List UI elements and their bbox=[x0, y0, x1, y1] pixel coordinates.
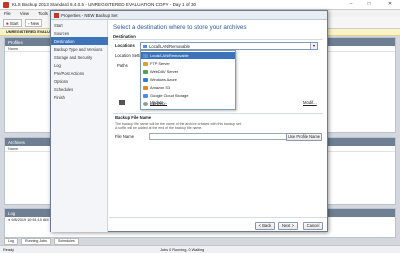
backup-file-name-section: Backup File Name bbox=[115, 115, 152, 120]
amazon-icon bbox=[143, 85, 148, 90]
paths-toggle-button[interactable] bbox=[119, 100, 125, 105]
google-cloud-icon bbox=[143, 93, 148, 98]
menu-file[interactable]: File bbox=[4, 11, 11, 16]
menu-tools[interactable]: Tools bbox=[38, 11, 48, 16]
title-bar: KLS Backup 2013 Standard 8.4.0.5 - UNREG… bbox=[0, 0, 400, 10]
nav-start[interactable]: Start bbox=[51, 21, 108, 29]
option-azure[interactable]: Windows Azure bbox=[141, 76, 235, 83]
nav-storage-security[interactable]: Storage and Security bbox=[51, 53, 108, 61]
azure-icon bbox=[143, 77, 148, 82]
divider bbox=[109, 217, 327, 218]
locations-combo-value: Local/LAN/Removable bbox=[149, 44, 190, 49]
file-name-input[interactable] bbox=[149, 133, 301, 140]
play-icon: ■ bbox=[6, 21, 9, 26]
option-label: Amazon S3 bbox=[150, 85, 171, 90]
backup-file-desc-2: A suffix will be added at the end of the… bbox=[115, 126, 203, 130]
disc-icon bbox=[143, 101, 148, 106]
log-entry-time: 9/8/2019 10:51:10 AM bbox=[11, 218, 49, 222]
minimize-button[interactable]: – bbox=[344, 0, 358, 9]
maximize-button[interactable]: □ bbox=[362, 0, 376, 9]
tab-schedules[interactable]: Schedules bbox=[53, 238, 79, 245]
modify-link[interactable]: Modif... bbox=[303, 100, 317, 105]
next-button[interactable]: Next > bbox=[278, 222, 298, 230]
window-title: KLS Backup 2013 Standard 8.4.0.5 - UNREG… bbox=[12, 2, 197, 7]
nav-pre-post-actions[interactable]: Pre/Post Actions bbox=[51, 69, 108, 77]
dialog-nav: Start Sources Destination Backup Type an… bbox=[51, 20, 108, 232]
page-heading: Select a destination where to store your… bbox=[113, 24, 247, 31]
nav-options[interactable]: Options bbox=[51, 77, 108, 85]
locations-label: Locations bbox=[115, 43, 135, 48]
option-webdav[interactable]: WebDAV Server bbox=[141, 68, 235, 75]
menu-view[interactable]: View bbox=[20, 11, 29, 16]
drive-icon bbox=[143, 45, 147, 48]
cancel-button[interactable]: Cancel bbox=[303, 222, 323, 230]
status-ready: Ready bbox=[3, 247, 14, 252]
back-button[interactable]: < Back bbox=[255, 222, 275, 230]
update-link[interactable]: Update... bbox=[150, 100, 167, 105]
locations-combo[interactable]: Local/LAN/Removable ▼ bbox=[140, 42, 318, 50]
nav-finish[interactable]: Finish bbox=[51, 93, 108, 101]
ftp-icon bbox=[143, 61, 148, 66]
option-amazon-s3[interactable]: Amazon S3 bbox=[141, 84, 235, 91]
option-label: WebDAV Server bbox=[150, 69, 179, 74]
chevron-down-icon[interactable]: ▼ bbox=[310, 43, 317, 49]
nav-destination[interactable]: Destination bbox=[51, 37, 108, 45]
tab-log[interactable]: Log bbox=[4, 238, 18, 245]
properties-dialog: Properties - NEW Backup Set Start Source… bbox=[50, 10, 328, 232]
option-label: Windows Azure bbox=[150, 77, 177, 82]
option-local-lan[interactable]: Local/LAN/Removable bbox=[141, 52, 235, 59]
webdav-icon bbox=[143, 69, 148, 74]
divider bbox=[113, 113, 323, 114]
use-profile-name-button[interactable]: Use Profile Name bbox=[286, 133, 322, 141]
status-bar: Ready Jobs 0 Running, 0 Waiting bbox=[0, 245, 400, 253]
tab-running-jobs[interactable]: Running Jobs bbox=[21, 238, 51, 245]
nav-sources[interactable]: Sources bbox=[51, 29, 108, 37]
paths-label: Paths bbox=[117, 63, 128, 68]
option-google-cloud[interactable]: Google Cloud Storage bbox=[141, 92, 235, 99]
start-button-label: Start bbox=[9, 21, 19, 26]
option-ftp[interactable]: FTP Server bbox=[141, 60, 235, 67]
close-button[interactable]: ✕ bbox=[380, 0, 400, 9]
new-button[interactable]: ▫ New bbox=[25, 19, 43, 27]
status-jobs: Jobs 0 Running, 0 Waiting bbox=[160, 247, 205, 252]
option-label: Local/LAN/Removable bbox=[150, 53, 189, 58]
option-label: FTP Server bbox=[150, 61, 170, 66]
file-name-label: File Name bbox=[115, 134, 135, 139]
nav-backup-type[interactable]: Backup Type and Versions bbox=[51, 45, 108, 53]
bottom-tabs: Log Running Jobs Schedules bbox=[4, 238, 81, 245]
app-logo-icon bbox=[3, 2, 9, 8]
new-button-label: New bbox=[30, 21, 40, 26]
dialog-title: Properties - NEW Backup Set bbox=[51, 11, 327, 20]
nav-log[interactable]: Log bbox=[51, 61, 108, 69]
location-settings-label: Location Settin bbox=[115, 53, 143, 58]
divider bbox=[113, 39, 323, 40]
nav-schedules[interactable]: Schedules bbox=[51, 85, 108, 93]
info-icon: ● bbox=[8, 218, 11, 222]
new-icon: ▫ bbox=[28, 21, 30, 26]
option-label: Google Cloud Storage bbox=[150, 93, 189, 98]
dialog-icon bbox=[54, 13, 59, 18]
start-button[interactable]: ■ Start bbox=[3, 19, 22, 27]
drive-icon bbox=[143, 53, 148, 58]
